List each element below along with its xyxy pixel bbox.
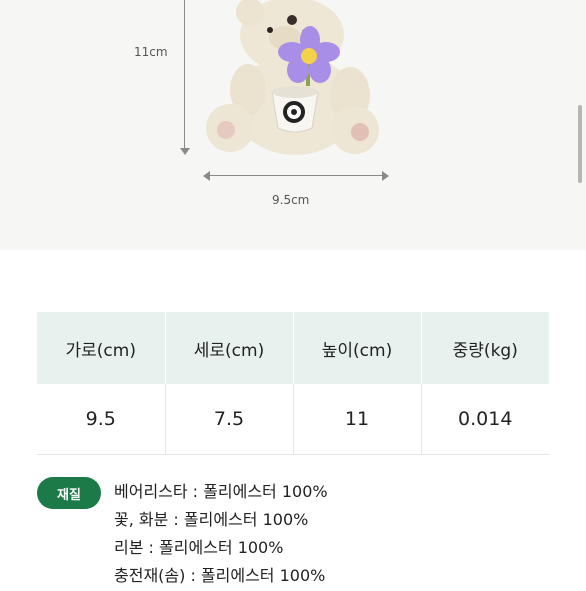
width-dimension-line — [208, 175, 383, 176]
height-arrow-icon — [180, 148, 190, 155]
value-weight: 0.014 — [421, 384, 549, 455]
bear-plush-image — [206, 0, 379, 155]
spec-header-row: 가로(cm) 세로(cm) 높이(cm) 중량(kg) — [37, 312, 549, 384]
spec-value-row: 9.5 7.5 11 0.014 — [37, 384, 549, 455]
header-weight: 중량(kg) — [421, 312, 549, 384]
value-depth: 7.5 — [165, 384, 294, 455]
spec-table: 가로(cm) 세로(cm) 높이(cm) 중량(kg) 9.5 7.5 11 0… — [37, 312, 549, 455]
height-dimension-line — [184, 0, 185, 152]
header-width: 가로(cm) — [37, 312, 166, 384]
scrollbar-thumb[interactable] — [578, 105, 582, 183]
header-height: 높이(cm) — [293, 312, 422, 384]
arrow-left-icon — [203, 171, 210, 181]
header-depth: 세로(cm) — [165, 312, 294, 384]
width-dimension-label: 9.5cm — [272, 193, 310, 207]
material-line: 충전재(솜) : 폴리에스터 100% — [114, 566, 326, 585]
material-line: 꽃, 화분 : 폴리에스터 100% — [114, 510, 309, 529]
value-width: 9.5 — [37, 384, 166, 455]
arrow-right-icon — [382, 171, 389, 181]
material-badge: 재질 — [37, 477, 101, 509]
material-line: 베어리스타 : 폴리에스터 100% — [114, 482, 328, 501]
height-dimension-label: 11cm — [134, 45, 168, 59]
product-image-area: 11cm 9.5cm — [0, 0, 586, 250]
material-line: 리본 : 폴리에스터 100% — [114, 538, 284, 557]
material-list: 베어리스타 : 폴리에스터 100% 꽃, 화분 : 폴리에스터 100% 리본… — [114, 479, 328, 591]
value-height: 11 — [293, 384, 422, 455]
